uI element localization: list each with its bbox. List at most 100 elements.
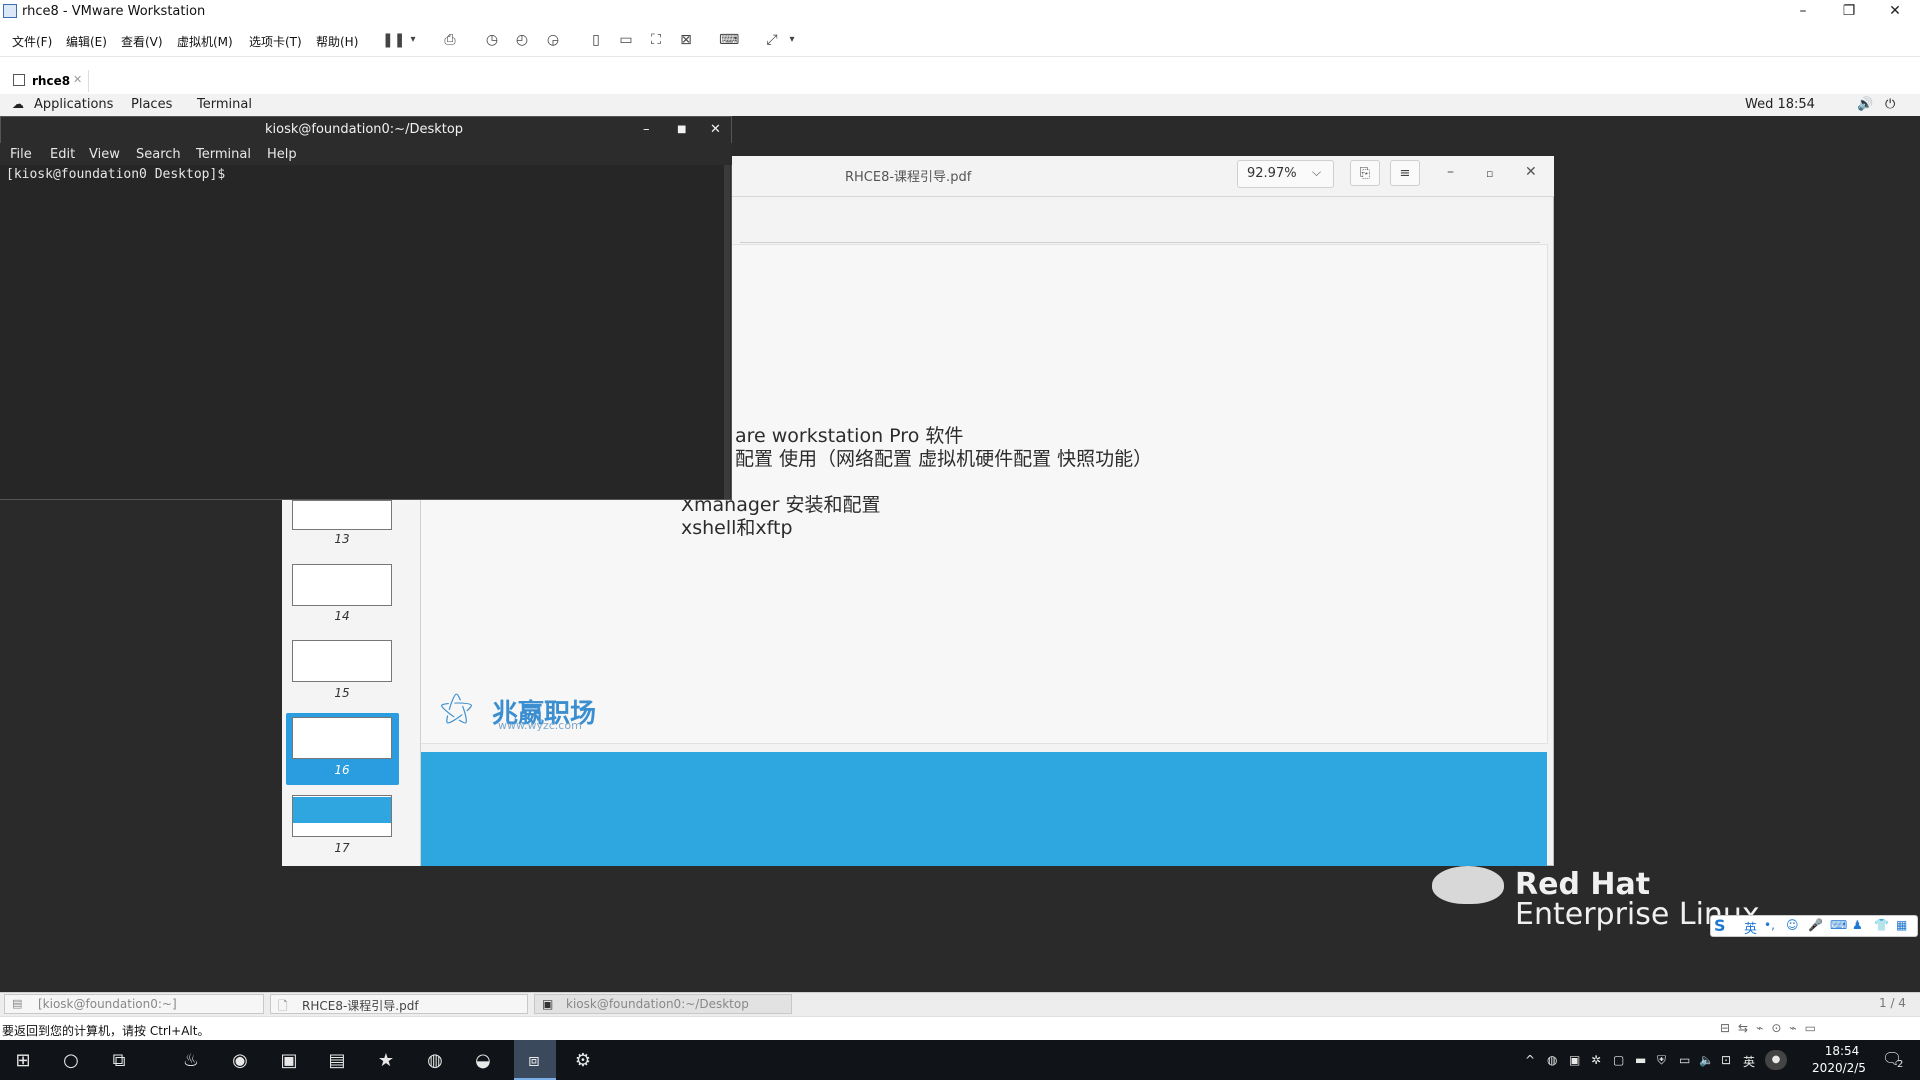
terminal-menu-search[interactable]: Search xyxy=(136,147,181,162)
status-text: 要返回到您的计算机，请按 Ctrl+Alt。 xyxy=(2,1024,210,1038)
emoji-icon[interactable]: ☺ xyxy=(1786,918,1799,932)
terminal-body[interactable] xyxy=(0,165,728,499)
terminal-title: kiosk@foundation0:~/Desktop xyxy=(265,122,464,137)
terminal-menu-edit[interactable]: Edit xyxy=(50,147,75,162)
terminal-maximize-button[interactable]: ■ xyxy=(677,124,686,135)
gnome-clock[interactable]: Wed 18:54 xyxy=(1745,97,1815,112)
keyboard-icon[interactable]: ⌨ xyxy=(1830,918,1847,932)
places-menu[interactable]: Places xyxy=(131,97,172,112)
winlist-terminal-2-label: kiosk@foundation0:~/Desktop xyxy=(566,997,749,1011)
terminal-menu-help[interactable]: Help xyxy=(267,147,297,162)
hamburger-menu-icon[interactable]: ≡ xyxy=(1390,160,1420,186)
thumbnail-view-icon[interactable]: ▭ xyxy=(616,31,636,49)
power-icon[interactable]: ⏻ xyxy=(1885,97,1895,112)
punctuation-icon[interactable]: •, xyxy=(1764,918,1775,932)
app-flame-icon[interactable]: ♨ xyxy=(178,1048,204,1074)
grid-icon[interactable]: ▦ xyxy=(1896,918,1907,932)
vmware-taskbar-icon[interactable]: ⧈ xyxy=(521,1048,547,1074)
terminal-menu[interactable]: Terminal xyxy=(197,97,252,112)
menu-vm[interactable]: 虚拟机(M) xyxy=(177,33,233,50)
tray-monitor-icon[interactable]: ⊡ xyxy=(1721,1053,1731,1067)
pdf-file-icon: 🗋 xyxy=(278,999,288,1013)
microphone-icon[interactable]: 🎤 xyxy=(1808,918,1823,932)
windows-start-icon[interactable]: ⊞ xyxy=(10,1048,36,1074)
thumbnail-14[interactable] xyxy=(292,564,392,606)
app-hat-icon[interactable]: ◒ xyxy=(470,1048,496,1074)
tray-battery-icon[interactable]: ▬ xyxy=(1635,1053,1646,1067)
tray-display-icon[interactable]: ▭ xyxy=(1679,1053,1690,1067)
terminal-minimize-button[interactable]: – xyxy=(643,122,650,137)
task-view-icon[interactable]: ⧉ xyxy=(106,1048,132,1074)
vmware-app-icon xyxy=(3,4,17,18)
terminal-scrollbar[interactable] xyxy=(724,165,730,499)
pdf-line-2: 配置 使用（网络配置 虚拟机硬件配置 快照功能） xyxy=(735,448,1153,470)
terminal-menu-view[interactable]: View xyxy=(89,147,120,162)
close-button[interactable]: ✕ xyxy=(1872,0,1918,24)
menu-view[interactable]: 查看(V) xyxy=(121,33,163,50)
tray-wechat-icon[interactable]: ◍ xyxy=(1547,1053,1557,1067)
menu-file[interactable]: 文件(F) xyxy=(12,33,52,50)
pause-icon[interactable]: ❚❚ xyxy=(382,31,405,49)
browser-icon[interactable]: ◉ xyxy=(227,1048,253,1074)
stretch-icon[interactable]: ⤢ xyxy=(762,31,782,49)
taskbar-date[interactable]: 2020/2/5 xyxy=(1804,1061,1874,1075)
tray-device-icon[interactable]: ▢ xyxy=(1613,1053,1624,1067)
wechat-icon[interactable]: ◍ xyxy=(422,1048,448,1074)
pdf-minimize-button[interactable]: – xyxy=(1447,164,1454,180)
taskbar-time[interactable]: 18:54 xyxy=(1812,1044,1872,1058)
ime-logo[interactable]: S xyxy=(1714,916,1726,935)
winlist-pdf-label: RHCE8-课程引导.pdf xyxy=(302,999,419,1013)
volume-icon[interactable]: 🔊 xyxy=(1857,97,1873,112)
thumbnail-13[interactable] xyxy=(292,500,392,530)
pause-dropdown-icon[interactable]: ▾ xyxy=(403,31,423,49)
stretch-dropdown-icon[interactable]: ▾ xyxy=(782,31,802,49)
tray-app-icon[interactable]: ▣ xyxy=(1569,1053,1580,1067)
tray-network-icon[interactable]: ✲ xyxy=(1591,1053,1601,1067)
snapshot-manager-icon[interactable]: ◶ xyxy=(543,31,563,49)
console-icon[interactable]: ⌨ xyxy=(719,31,739,49)
tray-meter-icon[interactable]: ● xyxy=(1765,1050,1787,1070)
pdf-close-button[interactable]: ✕ xyxy=(1525,164,1537,180)
user-icon[interactable]: ♟ xyxy=(1852,918,1863,932)
tray-language[interactable]: 英 xyxy=(1743,1053,1755,1070)
thumbnail-label: 16 xyxy=(334,763,350,777)
file-explorer-icon[interactable]: ▣ xyxy=(276,1048,302,1074)
skin-icon[interactable]: 👕 xyxy=(1874,918,1889,932)
minimize-button[interactable]: – xyxy=(1780,0,1826,24)
thumbnail-15[interactable] xyxy=(292,640,392,682)
vmware-titlebar xyxy=(0,0,1920,25)
bookmark-icon[interactable]: ⎘ xyxy=(1350,160,1380,186)
menu-tabs[interactable]: 选项卡(T) xyxy=(249,33,302,50)
menu-help[interactable]: 帮助(H) xyxy=(316,33,358,50)
thumbnail-label: 15 xyxy=(334,686,350,700)
applications-menu[interactable]: Applications xyxy=(34,97,113,112)
restore-snapshot-icon[interactable]: ◴ xyxy=(512,31,532,49)
device-status-icons[interactable]: ⊟⇆⌁⊙⌁▭ xyxy=(1720,1021,1824,1035)
workspace-indicator[interactable]: 1 / 4 xyxy=(1879,996,1906,1010)
star-app-icon[interactable]: ★ xyxy=(373,1048,399,1074)
menu-edit[interactable]: 编辑(E) xyxy=(66,33,107,50)
terminal-close-button[interactable]: ✕ xyxy=(710,122,721,137)
company-logo-icon: ⚝ xyxy=(440,688,474,728)
terminal-menu-file[interactable]: File xyxy=(10,147,32,162)
sidebar-view-icon[interactable]: ▯ xyxy=(586,31,606,49)
snapshot-icon[interactable]: ◷ xyxy=(482,31,502,49)
pdf-maximize-button[interactable]: ▫ xyxy=(1486,167,1493,180)
pdf-line-4: xshell和xftp xyxy=(681,517,793,539)
fullscreen-icon[interactable]: ⛶ xyxy=(646,31,666,49)
settings-gear-icon[interactable]: ⚙ xyxy=(570,1048,596,1074)
restore-button[interactable]: ❐ xyxy=(1826,0,1872,24)
chevron-down-icon[interactable]: ⌵ xyxy=(1312,165,1321,180)
unity-icon[interactable]: ⊠ xyxy=(676,31,696,49)
tab-close-icon[interactable]: ✕ xyxy=(73,73,82,86)
page-divider xyxy=(740,242,1540,243)
tray-volume-icon[interactable]: 🔈 xyxy=(1699,1053,1714,1067)
send-keys-icon[interactable]: ⎙ xyxy=(440,31,460,49)
tray-shield-icon[interactable]: ⛨ xyxy=(1657,1053,1666,1068)
notepad-icon[interactable]: ▤ xyxy=(324,1048,350,1074)
thumbnail-16[interactable] xyxy=(292,717,392,759)
search-icon[interactable]: ○ xyxy=(58,1048,84,1074)
ime-lang[interactable]: 英 xyxy=(1744,918,1757,937)
tray-overflow-icon[interactable]: ^ xyxy=(1525,1053,1535,1067)
terminal-menu-terminal[interactable]: Terminal xyxy=(196,147,251,162)
